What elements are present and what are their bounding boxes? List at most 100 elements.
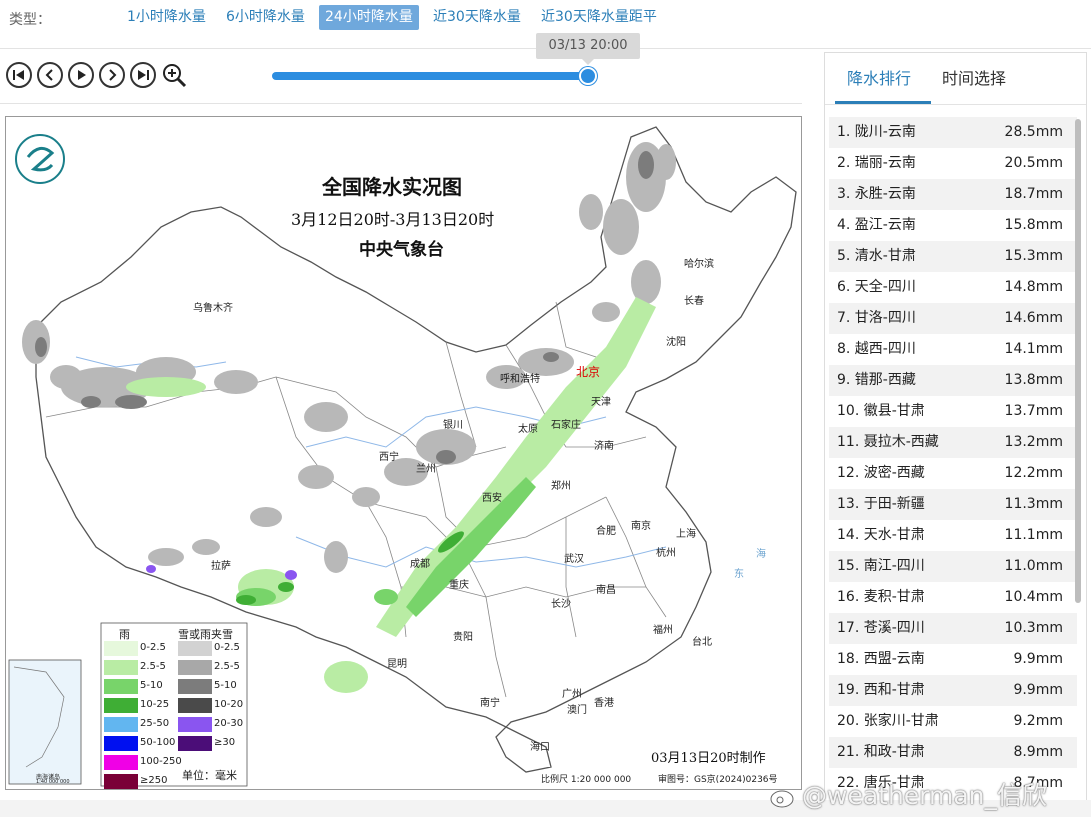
ranking-row[interactable]: 7. 甘洛-四川 14.6mm xyxy=(829,303,1077,334)
ranking-value: 13.7mm xyxy=(1004,403,1063,419)
zoom-in-icon[interactable] xyxy=(161,62,187,88)
city-label: 杭州 xyxy=(656,548,676,559)
ranking-station: 2. 瑞丽-云南 xyxy=(837,155,916,171)
legend-swatch xyxy=(104,679,138,694)
city-label: 沈阳 xyxy=(666,337,686,348)
tab-30d-anomaly[interactable]: 近30天降水量距平 xyxy=(535,5,663,30)
city-label: 呼和浩特 xyxy=(500,374,540,385)
legend-label: 20-30 xyxy=(214,718,244,729)
panel-scrollbar[interactable] xyxy=(1075,119,1081,603)
ranking-station: 14. 天水-甘肃 xyxy=(837,527,925,543)
precip-map: 全国降水实况图 3月12日20时-3月13日20时 中央气象台 03月13日20… xyxy=(5,116,802,790)
watermark: @weatherman_信欣 xyxy=(770,776,1047,812)
tab-time-select[interactable]: 时间选择 xyxy=(942,65,1006,89)
ranking-row[interactable]: 12. 波密-西藏 12.2mm xyxy=(829,458,1077,489)
time-slider-handle[interactable] xyxy=(579,67,597,85)
ranking-row[interactable]: 6. 天全-四川 14.8mm xyxy=(829,272,1077,303)
legend-label: 0-2.5 xyxy=(140,642,166,653)
ranking-station: 5. 清水-甘肃 xyxy=(837,248,916,264)
ranking-station: 9. 错那-西藏 xyxy=(837,372,916,388)
tab-1h-precip[interactable]: 1小时降水量 xyxy=(121,5,212,30)
ranking-station: 18. 西盟-云南 xyxy=(837,651,925,667)
ranking-value: 11.3mm xyxy=(1004,496,1063,512)
city-label: 广州 xyxy=(562,689,582,700)
ranking-value: 9.2mm xyxy=(1013,713,1063,729)
ranking-row[interactable]: 14. 天水-甘肃 11.1mm xyxy=(829,520,1077,551)
time-tooltip: 03/13 20:00 xyxy=(536,33,640,59)
ranking-value: 9.9mm xyxy=(1013,651,1063,667)
ranking-station: 8. 越西-四川 xyxy=(837,341,916,357)
city-label: 成都 xyxy=(410,559,430,570)
legend-label: 5-10 xyxy=(140,680,163,691)
play-icon[interactable] xyxy=(68,62,94,88)
ranking-value: 20.5mm xyxy=(1004,155,1063,171)
city-label: 天津 xyxy=(591,397,611,408)
ranking-value: 10.3mm xyxy=(1004,620,1063,636)
city-label-capital: 北京 xyxy=(576,365,601,379)
city-label: 南京 xyxy=(631,521,651,532)
ranking-row[interactable]: 10. 徽县-甘肃 13.7mm xyxy=(829,396,1077,427)
ranking-station: 13. 于田-新疆 xyxy=(837,496,925,512)
legend-label: 0-2.5 xyxy=(214,642,240,653)
city-label: 海口 xyxy=(530,742,550,753)
legend-label: ≥30 xyxy=(214,737,236,748)
ranking-row[interactable]: 18. 西盟-云南 9.9mm xyxy=(829,644,1077,675)
made-time: 03月13日20时制作 xyxy=(651,751,766,766)
legend-swatch xyxy=(104,755,138,770)
sea-label: 东 xyxy=(734,569,744,580)
ranking-row[interactable]: 19. 西和-甘肃 9.9mm xyxy=(829,675,1077,706)
map-period: 3月12日20时-3月13日20时 xyxy=(291,210,495,229)
legend-swatch xyxy=(178,698,212,713)
step-back-icon[interactable] xyxy=(37,62,63,88)
legend-label: ≥250 xyxy=(140,775,168,786)
ranking-row[interactable]: 1. 陇川-云南 28.5mm xyxy=(829,117,1077,148)
ranking-station: 20. 张家川-甘肃 xyxy=(837,713,939,729)
ranking-row[interactable]: 5. 清水-甘肃 15.3mm xyxy=(829,241,1077,272)
ranking-station: 17. 苍溪-四川 xyxy=(837,620,925,636)
step-forward-icon[interactable] xyxy=(99,62,125,88)
city-label: 郑州 xyxy=(551,481,571,492)
ranking-station: 12. 波密-西藏 xyxy=(837,465,925,481)
ranking-row[interactable]: 11. 聂拉木-西藏 13.2mm xyxy=(829,427,1077,458)
legend-rain-title: 雨 xyxy=(119,628,130,641)
ranking-row[interactable]: 16. 麦积-甘肃 10.4mm xyxy=(829,582,1077,613)
ranking-row[interactable]: 17. 苍溪-四川 10.3mm xyxy=(829,613,1077,644)
tab-6h-precip[interactable]: 6小时降水量 xyxy=(220,5,311,30)
ranking-row[interactable]: 9. 错那-西藏 13.8mm xyxy=(829,365,1077,396)
ranking-row[interactable]: 20. 张家川-甘肃 9.2mm xyxy=(829,706,1077,737)
city-label: 重庆 xyxy=(449,580,469,591)
ranking-value: 12.2mm xyxy=(1004,465,1063,481)
skip-start-icon[interactable] xyxy=(6,62,32,88)
ranking-station: 15. 南江-四川 xyxy=(837,558,925,574)
ranking-row[interactable]: 15. 南江-四川 11.0mm xyxy=(829,551,1077,582)
city-label: 南宁 xyxy=(480,698,500,709)
city-label: 澳门 xyxy=(567,705,587,716)
legend-label: 25-50 xyxy=(140,718,170,729)
ranking-row[interactable]: 3. 永胜-云南 18.7mm xyxy=(829,179,1077,210)
ranking-row[interactable]: 13. 于田-新疆 11.3mm xyxy=(829,489,1077,520)
city-label: 福州 xyxy=(653,625,673,636)
ranking-value: 9.9mm xyxy=(1013,682,1063,698)
ranking-value: 10.4mm xyxy=(1004,589,1063,605)
tab-precip-ranking[interactable]: 降水排行 xyxy=(847,65,911,89)
tab-30d-precip[interactable]: 近30天降水量 xyxy=(427,5,527,30)
map-agency: 中央气象台 xyxy=(359,240,444,260)
city-label: 武汉 xyxy=(564,554,584,565)
ranking-row[interactable]: 4. 盈江-云南 15.8mm xyxy=(829,210,1077,241)
map-scale: 比例尺 1:20 000 000 xyxy=(541,775,632,785)
ranking-value: 15.8mm xyxy=(1004,217,1063,233)
city-label: 上海 xyxy=(676,529,696,540)
ranking-row[interactable]: 21. 和政-甘肃 8.9mm xyxy=(829,737,1077,768)
legend-snow-title: 雪或雨夹雪 xyxy=(178,628,233,641)
legend-label: 2.5-5 xyxy=(214,661,240,672)
ranking-value: 14.8mm xyxy=(1004,279,1063,295)
legend-label: 10-20 xyxy=(214,699,244,710)
ranking-row[interactable]: 8. 越西-四川 14.1mm xyxy=(829,334,1077,365)
skip-end-icon[interactable] xyxy=(130,62,156,88)
time-slider-track[interactable] xyxy=(272,72,588,80)
inset-scale: 1:40 000 000 xyxy=(36,779,70,785)
tab-24h-precip[interactable]: 24小时降水量 xyxy=(319,5,419,30)
city-label: 长春 xyxy=(684,296,704,307)
ranking-row[interactable]: 2. 瑞丽-云南 20.5mm xyxy=(829,148,1077,179)
ranking-value: 13.2mm xyxy=(1004,434,1063,450)
